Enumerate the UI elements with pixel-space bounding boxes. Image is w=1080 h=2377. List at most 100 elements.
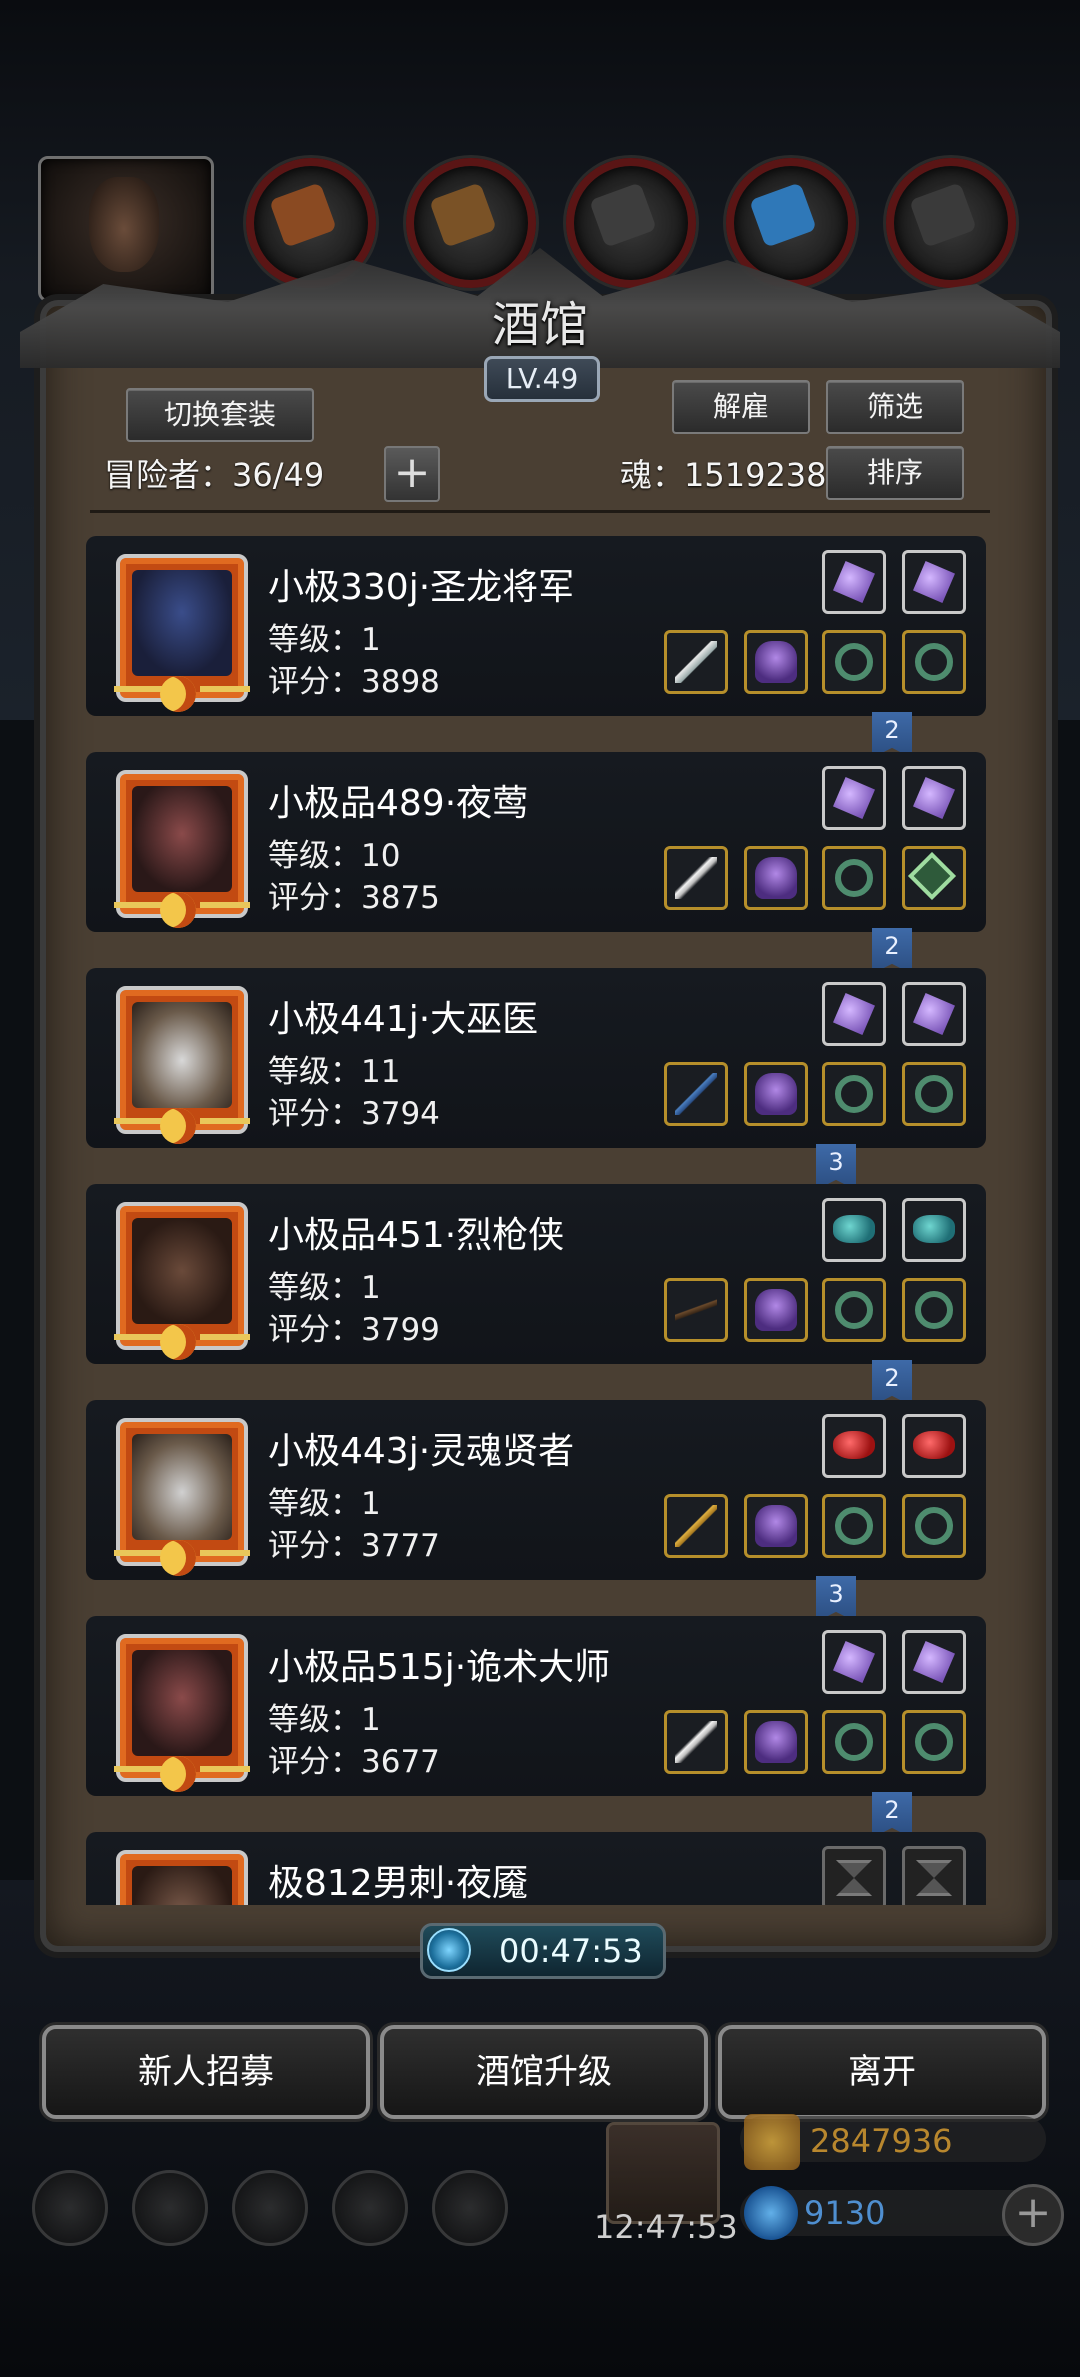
ring-slot[interactable] — [902, 1710, 966, 1774]
adventurer-row[interactable]: 小极品451·烈枪侠 等级：1 评分：3799 — [86, 1184, 986, 1364]
filter-button[interactable]: 筛选 — [826, 380, 964, 434]
gem-slot[interactable] — [822, 1414, 886, 1478]
adventurer-row[interactable]: 小极443j·灵魂贤者 等级：1 评分：3777 — [86, 1400, 986, 1580]
adventurer-name: 小极品489·夜莺 — [268, 783, 529, 824]
mail-icon[interactable] — [332, 2170, 408, 2246]
accessory-slot[interactable] — [902, 846, 966, 910]
armor-icon — [755, 1073, 797, 1115]
scroll-icon — [429, 182, 497, 248]
gem-slot[interactable] — [902, 982, 966, 1046]
portrait-image — [132, 1002, 232, 1108]
gem-slot[interactable] — [902, 1630, 966, 1694]
adventurer-row[interactable]: 极812男刺·夜魇 — [86, 1832, 986, 1905]
armor-slot[interactable] — [744, 846, 808, 910]
armor-icon — [755, 857, 797, 899]
ring-icon — [915, 1291, 953, 1329]
staff-icon — [675, 1073, 717, 1115]
weapon-slot[interactable] — [664, 1278, 728, 1342]
weapon-slot[interactable] — [664, 630, 728, 694]
ring-slot[interactable] — [822, 1062, 886, 1126]
refresh-timer: 00:47:53 — [420, 1923, 666, 1979]
map-icon[interactable] — [232, 2170, 308, 2246]
gem-slot[interactable] — [822, 550, 886, 614]
equip-slot-boots[interactable] — [566, 158, 696, 288]
shop-icon[interactable] — [432, 2170, 508, 2246]
hourglass-icon — [836, 1860, 872, 1896]
timer-text: 00:47:53 — [499, 1932, 643, 1970]
armor-slot[interactable] — [744, 1494, 808, 1558]
gem-slot[interactable] — [822, 1198, 886, 1262]
ring-slot[interactable] — [822, 630, 886, 694]
curved-blade-icon — [675, 857, 717, 899]
ring-slot[interactable] — [902, 1062, 966, 1126]
switch-outfit-button[interactable]: 切换套装 — [126, 388, 314, 442]
ring-icon — [915, 1507, 953, 1545]
rifle-icon — [675, 1289, 717, 1331]
purple-gem-icon — [913, 777, 955, 819]
ring-slot[interactable] — [822, 846, 886, 910]
ring-slot[interactable] — [902, 1494, 966, 1558]
ring-icon — [835, 859, 873, 897]
settings-icon[interactable] — [32, 2170, 108, 2246]
adventurer-name: 小极品451·烈枪侠 — [268, 1215, 565, 1256]
weapon-slot[interactable] — [664, 1494, 728, 1558]
gem-slot-locked[interactable] — [822, 1846, 886, 1905]
tavern-upgrade-button[interactable]: 酒馆升级 — [380, 2025, 708, 2119]
moon-icon — [160, 676, 196, 712]
soul-count: 魂：1519238 — [620, 456, 827, 494]
moon-icon — [160, 1540, 196, 1576]
gem-slot[interactable] — [822, 766, 886, 830]
wing-ornament — [114, 1334, 164, 1340]
gem-slot[interactable] — [902, 1414, 966, 1478]
gem-slot[interactable] — [902, 550, 966, 614]
armor-icon — [755, 641, 797, 683]
armor-slot[interactable] — [744, 1278, 808, 1342]
weapon-slot[interactable] — [664, 1710, 728, 1774]
ring-slot[interactable] — [822, 1494, 886, 1558]
adventurer-avatar — [114, 1202, 250, 1360]
wing-ornament — [114, 1550, 164, 1556]
ring-slot[interactable] — [822, 1710, 886, 1774]
adventurer-level: 等级：1 — [268, 1486, 381, 1522]
sort-button[interactable]: 排序 — [826, 446, 964, 500]
armor-slot[interactable] — [744, 1710, 808, 1774]
ring-icon — [835, 1723, 873, 1761]
expand-capacity-button[interactable]: + — [384, 446, 440, 502]
armor-slot[interactable] — [744, 1062, 808, 1126]
moon-icon — [160, 1108, 196, 1144]
gem-slot-locked[interactable] — [902, 1846, 966, 1905]
adventurer-score: 评分：3794 — [268, 1096, 440, 1132]
gem-slot[interactable] — [902, 1198, 966, 1262]
teal-gem-icon — [833, 1215, 875, 1243]
add-currency-button[interactable]: + — [1002, 2184, 1064, 2246]
adventurer-row[interactable]: 小极品515j·诡术大师 等级：1 评分：3677 — [86, 1616, 986, 1796]
adventurer-count: 冒险者：36/49 — [104, 456, 325, 494]
gold-amount: 2847936 — [810, 2122, 953, 2160]
leave-button[interactable]: 离开 — [718, 2025, 1046, 2119]
rune-chip-icon — [907, 851, 957, 901]
adventurer-avatar — [114, 986, 250, 1144]
game-clock: 12:47:53 — [594, 2208, 738, 2246]
armor-slot[interactable] — [744, 630, 808, 694]
hero-portrait[interactable] — [38, 156, 214, 302]
gem-slot[interactable] — [902, 766, 966, 830]
ring-slot[interactable] — [822, 1278, 886, 1342]
adventurer-row[interactable]: 小极441j·大巫医 等级：11 评分：3794 — [86, 968, 986, 1148]
adventurer-row[interactable]: 小极品489·夜莺 等级：10 评分：3875 — [86, 752, 986, 932]
equip-slot-armor[interactable] — [886, 158, 1016, 288]
adventurer-level: 等级：1 — [268, 1702, 381, 1738]
dismiss-button[interactable]: 解雇 — [672, 380, 810, 434]
star-icon[interactable] — [132, 2170, 208, 2246]
purple-gem-icon — [833, 993, 875, 1035]
recruit-button[interactable]: 新人招募 — [42, 2025, 370, 2119]
adventurer-list[interactable]: 小极330j·圣龙将军 等级：1 评分：3898 2 小极品489·夜莺 等级：… — [86, 520, 996, 1905]
gem-slot[interactable] — [822, 1630, 886, 1694]
ring-slot[interactable] — [902, 1278, 966, 1342]
weapon-slot[interactable] — [664, 1062, 728, 1126]
adventurer-score: 评分：3875 — [268, 880, 440, 916]
ring-slot[interactable] — [902, 630, 966, 694]
adventurer-row[interactable]: 小极330j·圣龙将军 等级：1 评分：3898 — [86, 536, 986, 716]
weapon-slot[interactable] — [664, 846, 728, 910]
gem-slot[interactable] — [822, 982, 886, 1046]
wing-ornament — [200, 1334, 250, 1340]
